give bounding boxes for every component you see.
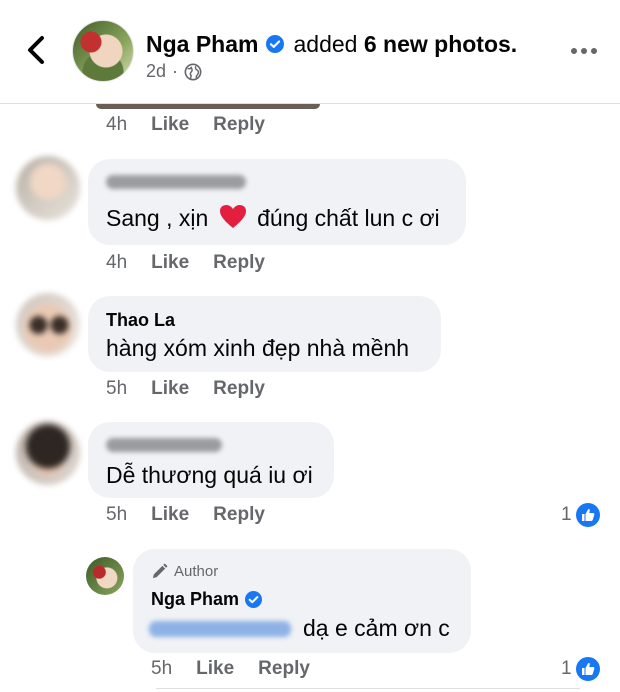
like-button[interactable]: Like [151, 378, 189, 400]
comment-time[interactable]: 5h [106, 378, 127, 400]
post-title: Nga Pham added 6 new photos. [146, 30, 517, 58]
pencil-icon [152, 563, 168, 579]
comment-bubble: Thao La hàng xóm xinh đẹp nhà mềnh [88, 296, 441, 372]
comment-text-part: Sang , xịn [106, 205, 209, 231]
like-button[interactable]: Like [151, 504, 189, 526]
reply-text: dạ e cảm ơn c [303, 615, 450, 641]
comment-text: hàng xóm xinh đẹp nhà mềnh [106, 335, 410, 361]
comment-bubble: Sang , xịn đúng chất lun c ơi [88, 159, 466, 245]
author-tag-label: Author [174, 563, 219, 580]
author-tag: Author [151, 563, 218, 580]
comment-text-part: đúng chất lun c ơi [257, 205, 440, 231]
reply-button[interactable]: Reply [213, 252, 265, 274]
comment-meta: 4h Like Reply [106, 114, 289, 136]
comment-time[interactable]: 5h [106, 504, 127, 526]
reply-time[interactable]: 5h [151, 658, 172, 680]
like-button[interactable]: Like [151, 114, 189, 136]
reply-button[interactable]: Reply [258, 658, 310, 680]
divider [156, 688, 580, 689]
author-name[interactable]: Nga Pham [146, 30, 258, 58]
like-button[interactable]: Like [196, 658, 234, 680]
blurred-author-name[interactable] [106, 438, 222, 452]
meta-separator: · [172, 61, 179, 81]
post-header: Nga Pham added 6 new photos. 2d · [0, 0, 620, 104]
verified-badge-icon [245, 591, 263, 608]
verified-badge-icon [266, 35, 285, 53]
like-reaction-icon [575, 503, 600, 527]
post-action-count: 6 new photos [363, 31, 511, 57]
post-time[interactable]: 2d [146, 61, 166, 82]
reply-meta: 5h Like Reply [151, 658, 334, 680]
commenter-avatar[interactable] [16, 156, 80, 220]
chevron-left-icon[interactable] [22, 34, 50, 66]
reaction-count[interactable]: 1 [561, 503, 600, 527]
commenter-avatar[interactable] [16, 421, 80, 485]
reaction-count[interactable]: 1 [561, 657, 600, 681]
reaction-count-value: 1 [561, 658, 572, 679]
post-action: added [293, 31, 358, 57]
comment-meta: 4h Like Reply [106, 252, 289, 274]
comment-meta: 5h Like Reply [106, 504, 289, 526]
post-action-period: . [510, 31, 518, 57]
more-horizontal-icon[interactable] [570, 46, 598, 56]
comment-bubble: Dễ thương quá iu ơi [88, 422, 334, 498]
reply-author[interactable]: Nga Pham [151, 589, 271, 610]
like-button[interactable]: Like [151, 252, 189, 274]
blurred-mention[interactable] [149, 621, 291, 637]
comment-text: Sang , xịn đúng chất lun c ơi [106, 204, 440, 232]
globe-icon [184, 63, 202, 80]
comment-time[interactable]: 4h [106, 114, 127, 136]
heart-emoji-icon [219, 205, 246, 228]
reply-button[interactable]: Reply [213, 114, 265, 136]
author-avatar[interactable] [72, 20, 134, 82]
comment-author[interactable]: Thao La [106, 310, 175, 331]
comment-text: Dễ thương quá iu ơi [106, 462, 313, 488]
commenter-avatar[interactable] [16, 293, 80, 357]
reply-bubble: Author Nga Pham dạ e cảm ơn c [133, 549, 471, 653]
comment-time[interactable]: 4h [106, 252, 127, 274]
reply-button[interactable]: Reply [213, 504, 265, 526]
like-reaction-icon [575, 657, 600, 681]
previous-photo-edge [96, 104, 320, 109]
reply-button[interactable]: Reply [213, 378, 265, 400]
reply-author-name[interactable]: Nga Pham [151, 589, 239, 610]
reaction-count-value: 1 [561, 504, 572, 525]
author-avatar[interactable] [86, 557, 124, 595]
blurred-author-name[interactable] [106, 175, 246, 189]
comment-meta: 5h Like Reply [106, 378, 289, 400]
post-meta: 2d · [146, 61, 202, 82]
